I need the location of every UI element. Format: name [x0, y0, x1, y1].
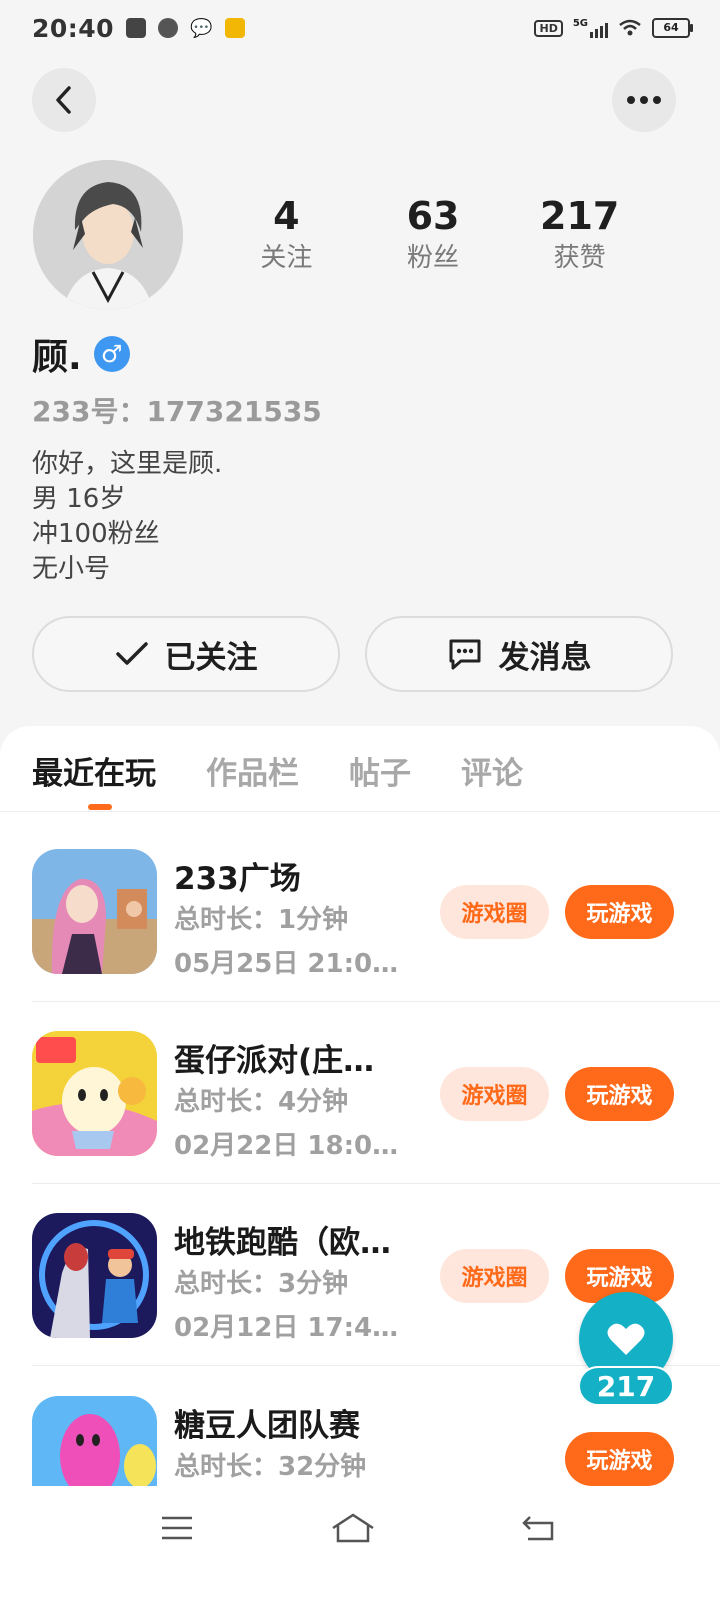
system-nav-bar	[0, 1486, 720, 1600]
signal-icon: 5G	[573, 18, 608, 38]
game-playtime: 总时长：1分钟	[174, 905, 349, 935]
send-message-label: 发消息	[498, 639, 592, 676]
divider	[32, 1183, 720, 1184]
play-game-button[interactable]: 玩游戏	[565, 1067, 674, 1121]
bio-line: 无小号	[32, 554, 111, 584]
menu-icon	[162, 1516, 192, 1540]
more-button[interactable]	[612, 68, 676, 132]
game-title: 蛋仔派对(庄…	[174, 1043, 375, 1079]
chat-bubble-icon	[449, 639, 480, 670]
stat-likes[interactable]: 217 获赞	[506, 192, 653, 276]
game-last-played: 02月22日 18:0…	[174, 1131, 399, 1161]
hd-icon: HD	[534, 19, 563, 37]
game-circle-button[interactable]: 游戏圈	[440, 1067, 549, 1121]
bio-line: 你好，这里是顾.	[32, 449, 223, 479]
stat-following[interactable]: 4 关注	[213, 192, 360, 276]
game-circle-button[interactable]: 游戏圈	[440, 885, 549, 939]
send-message-button[interactable]: 发消息	[365, 616, 673, 692]
nav-back-button[interactable]	[508, 1508, 568, 1548]
stat-value: 63	[406, 194, 460, 238]
back-button[interactable]	[32, 68, 96, 132]
divider	[32, 1001, 720, 1002]
network-type: 5G	[572, 18, 588, 29]
divider	[0, 811, 720, 812]
game-playtime: 总时长：32分钟	[174, 1452, 367, 1482]
profile-stats: 4 关注 63 粉丝 217 获赞	[213, 192, 653, 276]
bio: 你好，这里是顾. 男 16岁 冲100粉丝 无小号	[32, 447, 222, 587]
nav-home-button[interactable]	[323, 1508, 383, 1548]
game-last-played: 02月12日 17:4…	[174, 1313, 399, 1343]
profile-tabs: 最近在玩 作品栏 帖子 评论	[32, 748, 523, 793]
nav-menu-button[interactable]	[147, 1508, 207, 1548]
home-icon	[332, 1513, 374, 1543]
game-title: 233广场	[174, 861, 301, 897]
stat-followers[interactable]: 63 粉丝	[360, 192, 507, 276]
check-icon	[115, 642, 148, 665]
followed-label: 已关注	[164, 639, 258, 676]
game-icon-stumble-guys	[32, 1396, 157, 1486]
tab-works[interactable]: 作品栏	[206, 748, 299, 793]
bio-line: 男 16岁	[32, 484, 126, 514]
game-icon-eggy-party	[32, 1031, 157, 1156]
tab-recently-played[interactable]: 最近在玩	[32, 748, 156, 793]
like-count: 217	[578, 1366, 674, 1406]
active-tab-indicator	[88, 804, 112, 810]
tab-posts[interactable]: 帖子	[349, 748, 411, 793]
game-playtime: 总时长：4分钟	[174, 1087, 349, 1117]
user-id: 233号：177321535	[32, 395, 322, 428]
male-gender-icon: ♂	[93, 336, 130, 372]
bio-line: 冲100粉丝	[32, 519, 160, 549]
battery-icon: 64	[652, 18, 693, 38]
game-list-item[interactable]: 蛋仔派对(庄… 总时长：4分钟 02月22日 18:0… 游戏圈 玩游戏	[0, 1031, 720, 1213]
return-icon	[522, 1516, 554, 1541]
avatar[interactable]	[33, 160, 183, 310]
wechat-icon: 💬	[190, 17, 213, 39]
play-game-button[interactable]: 玩游戏	[565, 1432, 674, 1486]
pinwheel-app-icon	[158, 18, 179, 38]
stat-label: 获赞	[553, 243, 606, 273]
status-time: 20:40	[32, 13, 115, 43]
game-icon-subway-surfers	[32, 1213, 157, 1338]
stat-label: 关注	[260, 243, 313, 273]
username-row: 顾. ♂	[32, 328, 130, 380]
wifi-icon	[619, 19, 641, 36]
game-title: 地铁跑酷（欧…	[174, 1225, 391, 1261]
avatar-illustration	[33, 160, 183, 310]
game-title: 糖豆人团队赛	[174, 1408, 360, 1444]
chevron-left-icon	[56, 86, 71, 114]
game-list-item[interactable]: 233广场 总时长：1分钟 05月25日 21:0… 游戏圈 玩游戏	[0, 849, 720, 1031]
stat-value: 217	[540, 194, 620, 238]
tab-comments[interactable]: 评论	[461, 748, 523, 793]
game-playtime: 总时长：3分钟	[174, 1269, 349, 1299]
game-circle-button[interactable]: 游戏圈	[440, 1249, 549, 1303]
status-bar: 20:40 💬 HD 5G 64	[0, 0, 720, 56]
game-app-icon	[224, 18, 245, 38]
notification-app-icon	[126, 18, 147, 38]
heart-icon	[607, 1323, 645, 1355]
play-game-button[interactable]: 玩游戏	[565, 885, 674, 939]
stat-label: 粉丝	[407, 243, 460, 273]
game-last-played: 05月25日 21:0…	[174, 949, 399, 979]
followed-button[interactable]: 已关注	[32, 616, 340, 692]
username: 顾.	[32, 337, 82, 378]
more-dots-icon	[627, 96, 661, 104]
stat-value: 4	[273, 194, 300, 238]
game-icon-233-plaza	[32, 849, 157, 974]
